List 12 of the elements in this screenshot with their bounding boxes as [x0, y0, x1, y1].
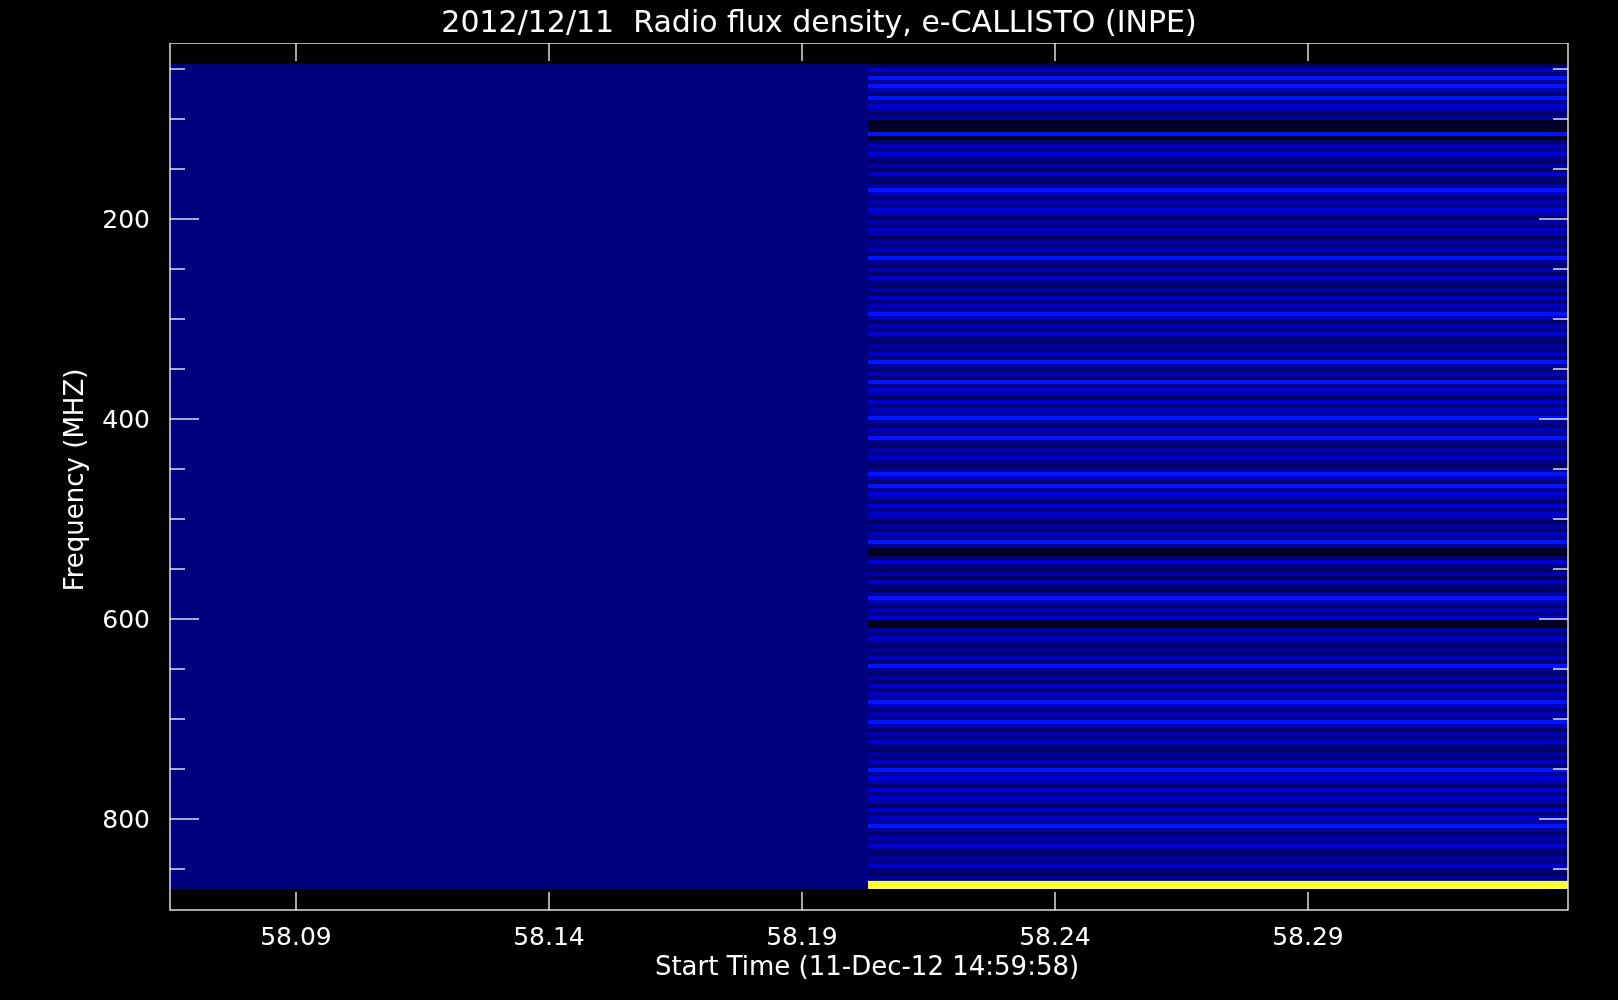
tick-label: 200	[102, 205, 150, 234]
tick-label: 600	[102, 605, 150, 634]
chart-title: 2012/12/11 Radio flux density, e-CALLISTO (INPE)	[440, 3, 1197, 40]
tick-label: 58.29	[1272, 922, 1344, 951]
axis-label: Frequency (MHZ)	[59, 368, 89, 592]
tick-label: 58.24	[1019, 922, 1091, 951]
tick-label: 58.19	[766, 922, 838, 951]
tick-label: 800	[102, 805, 150, 834]
tick-label: 58.09	[260, 922, 332, 951]
axis-label: Start Time (11-Dec-12 14:59:58)	[654, 951, 1080, 981]
tick-label: 58.14	[513, 922, 585, 951]
tick-label: 400	[102, 405, 150, 434]
